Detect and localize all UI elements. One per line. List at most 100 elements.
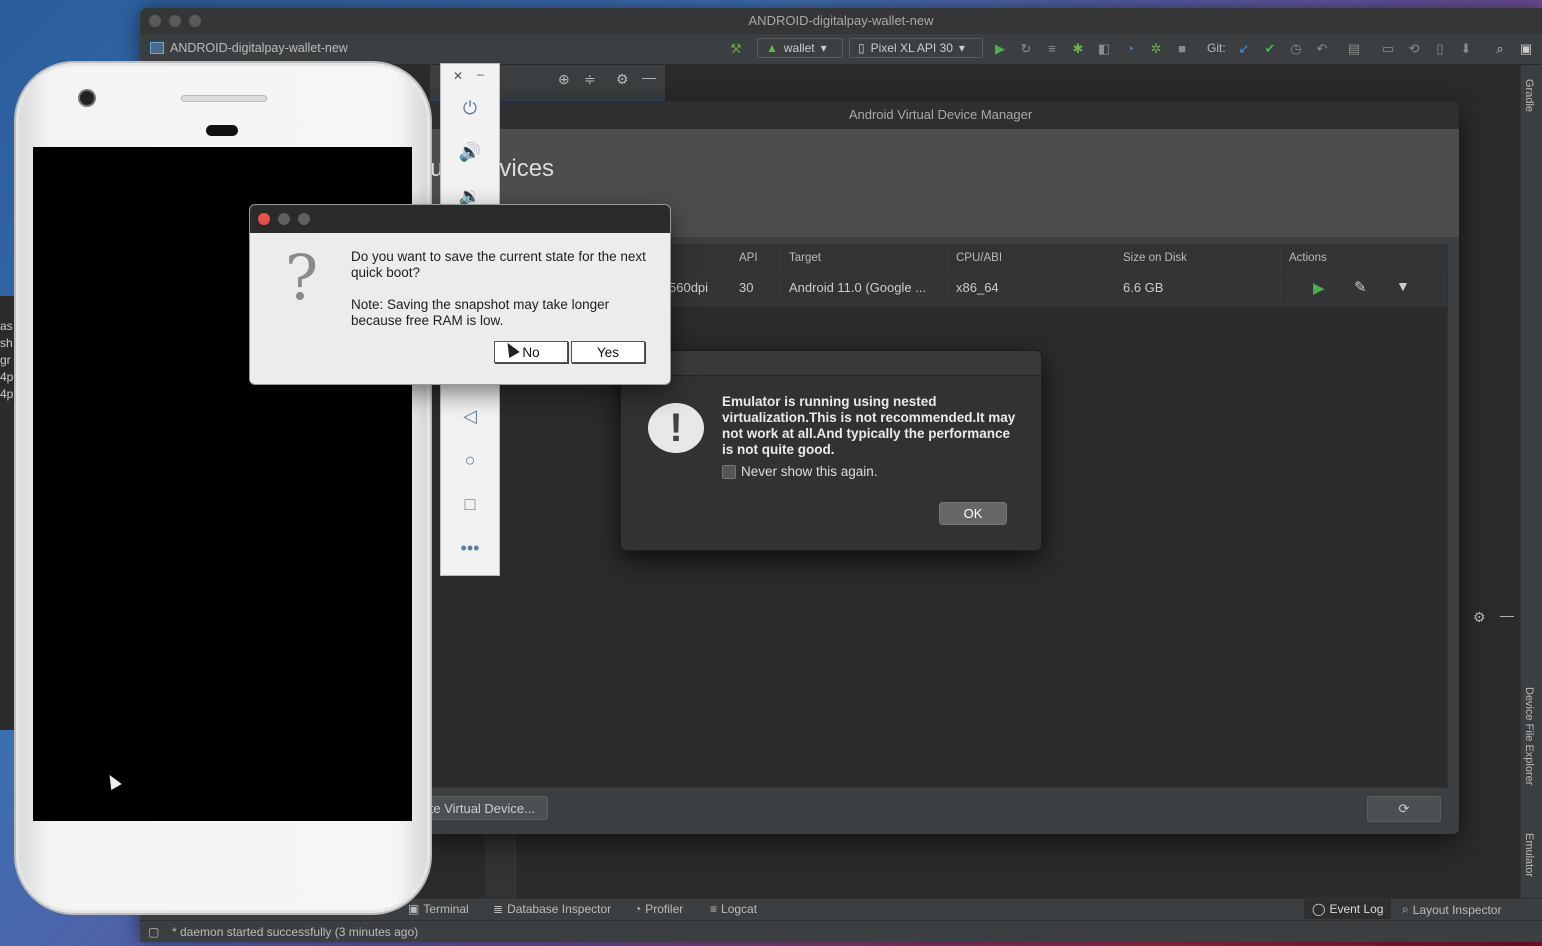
column-header-target[interactable]: Target	[781, 245, 948, 271]
edit-icon[interactable]: ✎	[1354, 278, 1367, 296]
git-history-icon[interactable]: ◷	[1288, 41, 1304, 57]
run-config-label: wallet	[783, 41, 815, 55]
avd-manager-icon[interactable]: ▯	[1432, 41, 1448, 57]
gear-icon[interactable]: ⚙	[1473, 609, 1486, 626]
checkbox-icon[interactable]	[722, 464, 736, 479]
android-icon: ▲	[766, 41, 778, 55]
layout-inspector-tab-label: Layout Inspector	[1412, 902, 1502, 917]
column-header-api[interactable]: API	[731, 245, 781, 271]
background-terminal-fragment: as sh gr 4p 4p	[0, 296, 14, 730]
database-icon: ≣	[493, 902, 504, 916]
row-api: 30	[731, 273, 781, 303]
minimize-panel-icon[interactable]: —	[1500, 607, 1514, 623]
collapse-icon[interactable]: ≑	[584, 71, 596, 88]
sdk-manager-icon[interactable]: ⬇	[1458, 41, 1474, 57]
home-icon[interactable]: ○	[441, 450, 499, 471]
logcat-tab[interactable]: ≡ Logcat	[710, 902, 757, 916]
search-icon[interactable]: ⌕	[1492, 41, 1508, 57]
coverage-icon[interactable]: ◧	[1096, 41, 1112, 57]
profiler-icon: ◔	[634, 902, 642, 916]
column-header-size[interactable]: Size on Disk	[1115, 245, 1281, 271]
question-icon: ?	[285, 241, 319, 314]
database-inspector-tab[interactable]: ≣ Database Inspector	[493, 902, 611, 916]
project-folder-icon	[150, 42, 164, 54]
layout-icon[interactable]: ▭	[1380, 41, 1396, 57]
chevron-down-icon: ▾	[958, 41, 965, 55]
layout-inspector-icon: ⌕	[1402, 902, 1409, 916]
close-dialog-button[interactable]	[258, 213, 270, 225]
overview-icon[interactable]: □	[441, 494, 499, 515]
create-virtual-device-label: Create Virtual Device...	[422, 801, 535, 816]
debug-icon[interactable]: ✱	[1070, 41, 1086, 57]
event-log-tab-label: Event Log	[1329, 902, 1384, 916]
back-icon[interactable]: ◁	[441, 406, 499, 427]
sync-gradle-icon[interactable]: ⟲	[1406, 41, 1422, 57]
zoom-window-button[interactable]	[189, 15, 201, 27]
project-name: ANDROID-digitalpay-wallet-new	[170, 41, 348, 55]
minimize-panel-icon[interactable]: —	[642, 69, 656, 85]
logcat-icon: ≡	[710, 902, 718, 916]
layout-inspector-tab[interactable]: ⌕ Layout Inspector	[1402, 902, 1501, 917]
database-inspector-tab-label: Database Inspector	[507, 902, 612, 916]
never-show-again-checkbox[interactable]: Never show this again.	[722, 464, 878, 479]
row-target: Android 11.0 (Google ...	[781, 273, 948, 303]
minimize-window-button[interactable]	[169, 15, 181, 27]
row-density: 560dpi	[661, 273, 731, 303]
power-icon[interactable]: ⏻	[441, 98, 499, 119]
logcat-tab-label: Logcat	[721, 902, 758, 916]
hammer-icon[interactable]: ⚒	[728, 41, 744, 57]
emulator-tab[interactable]: Emulator	[1523, 833, 1535, 877]
refresh-icon: ⟳	[1398, 801, 1410, 816]
status-toggle-icon[interactable]: ▢	[148, 921, 159, 942]
create-virtual-device-button[interactable]: Create Virtual Device...	[422, 796, 548, 820]
project-structure-icon[interactable]: ▤	[1346, 41, 1362, 57]
event-log-tab[interactable]: ◯ Event Log	[1304, 899, 1392, 919]
run-config-dropdown[interactable]: ▲ wallet ▾	[757, 38, 843, 58]
device-file-explorer-tab[interactable]: Device File Explorer	[1523, 687, 1535, 785]
git-update-icon[interactable]: ↙	[1236, 41, 1252, 57]
speaker-grille	[181, 95, 267, 102]
apply-changes-icon[interactable]: ↻	[1018, 41, 1034, 57]
volume-up-icon[interactable]: 🔊	[441, 142, 499, 163]
apply-code-icon[interactable]: ≡	[1044, 41, 1060, 57]
status-message[interactable]: * daemon started successfully (3 minutes…	[172, 921, 418, 942]
terminal-fragment-line: 4p	[0, 387, 14, 401]
yes-button[interactable]: Yes	[571, 341, 645, 363]
save-note: Note: Saving the snapshot may take longe…	[351, 297, 610, 328]
zoom-dialog-button	[298, 213, 310, 225]
gradle-tab[interactable]: Gradle	[1523, 79, 1535, 112]
play-icon[interactable]: ▶	[992, 41, 1008, 57]
ok-button[interactable]: OK	[939, 502, 1007, 525]
close-icon[interactable]: ✕	[453, 69, 463, 83]
terminal-tab-label: Terminal	[423, 902, 469, 916]
device-dropdown[interactable]: ▯ Pixel XL API 30 ▾	[849, 38, 983, 58]
refresh-button[interactable]: ⟳	[1367, 796, 1441, 822]
profile-icon[interactable]: ◔	[1122, 41, 1138, 57]
project-breadcrumb[interactable]: ANDROID-digitalpay-wallet-new	[150, 41, 348, 55]
close-window-button[interactable]	[149, 15, 161, 27]
terminal-tab[interactable]: ▣ Terminal	[408, 902, 469, 916]
warning-titlebar	[621, 351, 1041, 376]
warning-icon: !	[648, 403, 704, 453]
attach-debugger-icon[interactable]: ✲	[1148, 41, 1164, 57]
event-log-icon: ◯	[1312, 902, 1326, 916]
camera-icon	[78, 89, 96, 107]
target-icon[interactable]: ⊕	[558, 71, 570, 88]
emulator-phone-frame	[16, 63, 430, 913]
launch-avd-play-icon[interactable]: ▶	[1313, 279, 1325, 297]
device-label: Pixel XL API 30	[870, 41, 953, 55]
stop-icon[interactable]: ■	[1174, 41, 1190, 57]
more-icon[interactable]: •••	[441, 538, 499, 559]
profiler-tab-label: Profiler	[645, 902, 684, 916]
git-rollback-icon[interactable]: ↶	[1314, 41, 1330, 57]
account-icon[interactable]: ▣	[1518, 41, 1534, 57]
avd-manager-title: Android Virtual Device Manager	[422, 101, 1459, 129]
minimize-icon[interactable]: –	[477, 67, 484, 81]
profiler-tab[interactable]: ◔ Profiler	[634, 902, 683, 916]
gear-icon[interactable]: ⚙	[616, 71, 629, 88]
row-size: 6.6 GB	[1115, 273, 1281, 303]
git-commit-icon[interactable]: ✔	[1262, 41, 1278, 57]
never-show-again-label: Never show this again.	[741, 464, 878, 479]
column-header-cpu[interactable]: CPU/ABI	[948, 245, 1115, 271]
chevron-down-icon[interactable]: ▼	[1396, 278, 1410, 294]
